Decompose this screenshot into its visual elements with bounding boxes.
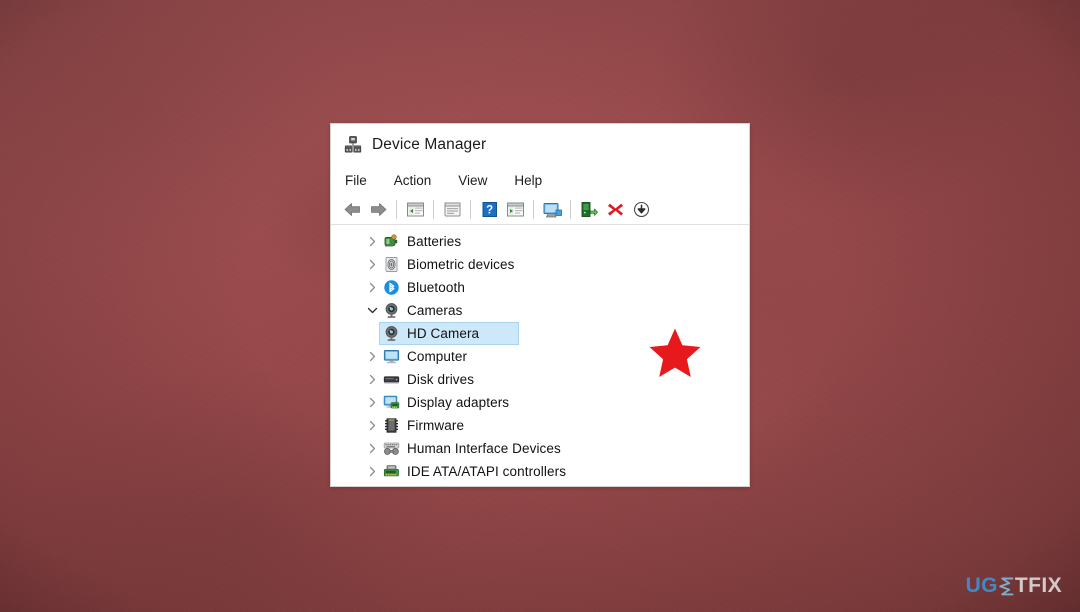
tree-item-firmware[interactable]: Firmware — [331, 414, 749, 437]
tree-item-label: HD Camera — [407, 326, 480, 341]
forward-arrow-icon[interactable] — [365, 198, 391, 222]
tree-item-bluetooth[interactable]: Bluetooth — [331, 276, 749, 299]
chevron-right-icon[interactable] — [361, 282, 383, 293]
battery-icon — [383, 233, 400, 250]
watermark-text-ug: UG — [965, 574, 998, 597]
properties-icon[interactable] — [439, 198, 465, 222]
chevron-right-icon[interactable] — [361, 236, 383, 247]
ide-controller-icon — [383, 463, 400, 480]
bluetooth-icon — [383, 279, 400, 296]
chevron-right-icon[interactable] — [361, 466, 383, 477]
watermark-text-tfix: TFIX — [1014, 574, 1062, 597]
tree-item-label: Disk drives — [407, 372, 475, 387]
tree-item-label: Batteries — [407, 234, 462, 249]
chevron-right-icon[interactable] — [361, 443, 383, 454]
tree-item-label: Bluetooth — [407, 280, 465, 295]
chevron-right-icon[interactable] — [361, 259, 383, 270]
menu-action[interactable]: Action — [394, 173, 432, 188]
device-tree[interactable]: Batteries Biometric devices Bluetooth Ca… — [331, 225, 749, 486]
lightning-bolt-e-icon — [999, 577, 1014, 596]
menu-bar: File Action View Help — [331, 166, 749, 195]
tree-item-label: Display adapters — [407, 395, 510, 410]
tree-item-biometric-devices[interactable]: Biometric devices — [331, 253, 749, 276]
hid-icon — [383, 440, 400, 457]
back-arrow-icon[interactable] — [339, 198, 365, 222]
toolbar: ? — [331, 195, 749, 225]
tree-item-label: Human Interface Devices — [407, 441, 561, 456]
tree-item-batteries[interactable]: Batteries — [331, 230, 749, 253]
show-hide-action-pane-icon[interactable] — [502, 198, 528, 222]
tree-item-cameras[interactable]: Cameras — [331, 299, 749, 322]
menu-help[interactable]: Help — [514, 173, 542, 188]
chevron-down-icon[interactable] — [361, 306, 383, 315]
fingerprint-icon — [383, 256, 400, 273]
update-driver-icon[interactable] — [576, 198, 602, 222]
ugetfix-watermark: UG TFIX — [966, 574, 1062, 598]
camera-icon — [383, 325, 400, 342]
tree-item-label: Computer — [407, 349, 468, 364]
menu-file[interactable]: File — [345, 173, 367, 188]
tree-item-hd-camera[interactable]: HD Camera — [331, 322, 749, 345]
firmware-chip-icon — [383, 417, 400, 434]
toolbar-separator — [570, 200, 571, 219]
tree-item-ide-ata-atapi-controllers[interactable]: IDE ATA/ATAPI controllers — [331, 460, 749, 483]
tree-item-label: Biometric devices — [407, 257, 515, 272]
menu-view[interactable]: View — [458, 173, 487, 188]
chevron-right-icon[interactable] — [361, 397, 383, 408]
device-manager-window: Device Manager File Action View Help ? B… — [330, 123, 750, 487]
tree-item-human-interface-devices[interactable]: Human Interface Devices — [331, 437, 749, 460]
window-title: Device Manager — [372, 136, 487, 153]
tree-item-label: IDE ATA/ATAPI controllers — [407, 464, 567, 479]
disk-drive-icon — [383, 371, 400, 388]
uninstall-device-icon[interactable] — [602, 198, 628, 222]
help-icon[interactable]: ? — [476, 198, 502, 222]
window-title-bar: Device Manager — [331, 124, 749, 166]
chevron-right-icon[interactable] — [361, 420, 383, 431]
toolbar-separator — [533, 200, 534, 219]
chevron-right-icon[interactable] — [361, 351, 383, 362]
scan-hardware-changes-icon[interactable] — [539, 198, 565, 222]
toolbar-separator — [433, 200, 434, 219]
toolbar-separator — [396, 200, 397, 219]
display-adapter-icon — [383, 394, 400, 411]
tree-item-computer[interactable]: Computer — [331, 345, 749, 368]
show-hide-console-tree-icon[interactable] — [402, 198, 428, 222]
svg-text:?: ? — [486, 204, 493, 216]
chevron-right-icon[interactable] — [361, 374, 383, 385]
disable-device-icon[interactable] — [628, 198, 654, 222]
camera-icon — [383, 302, 400, 319]
tree-item-label: Firmware — [407, 418, 465, 433]
monitor-icon — [383, 348, 400, 365]
tree-item-display-adapters[interactable]: Display adapters — [331, 391, 749, 414]
tree-item-label: Cameras — [407, 303, 463, 318]
device-manager-icon — [344, 136, 362, 153]
tree-item-disk-drives[interactable]: Disk drives — [331, 368, 749, 391]
toolbar-separator — [470, 200, 471, 219]
